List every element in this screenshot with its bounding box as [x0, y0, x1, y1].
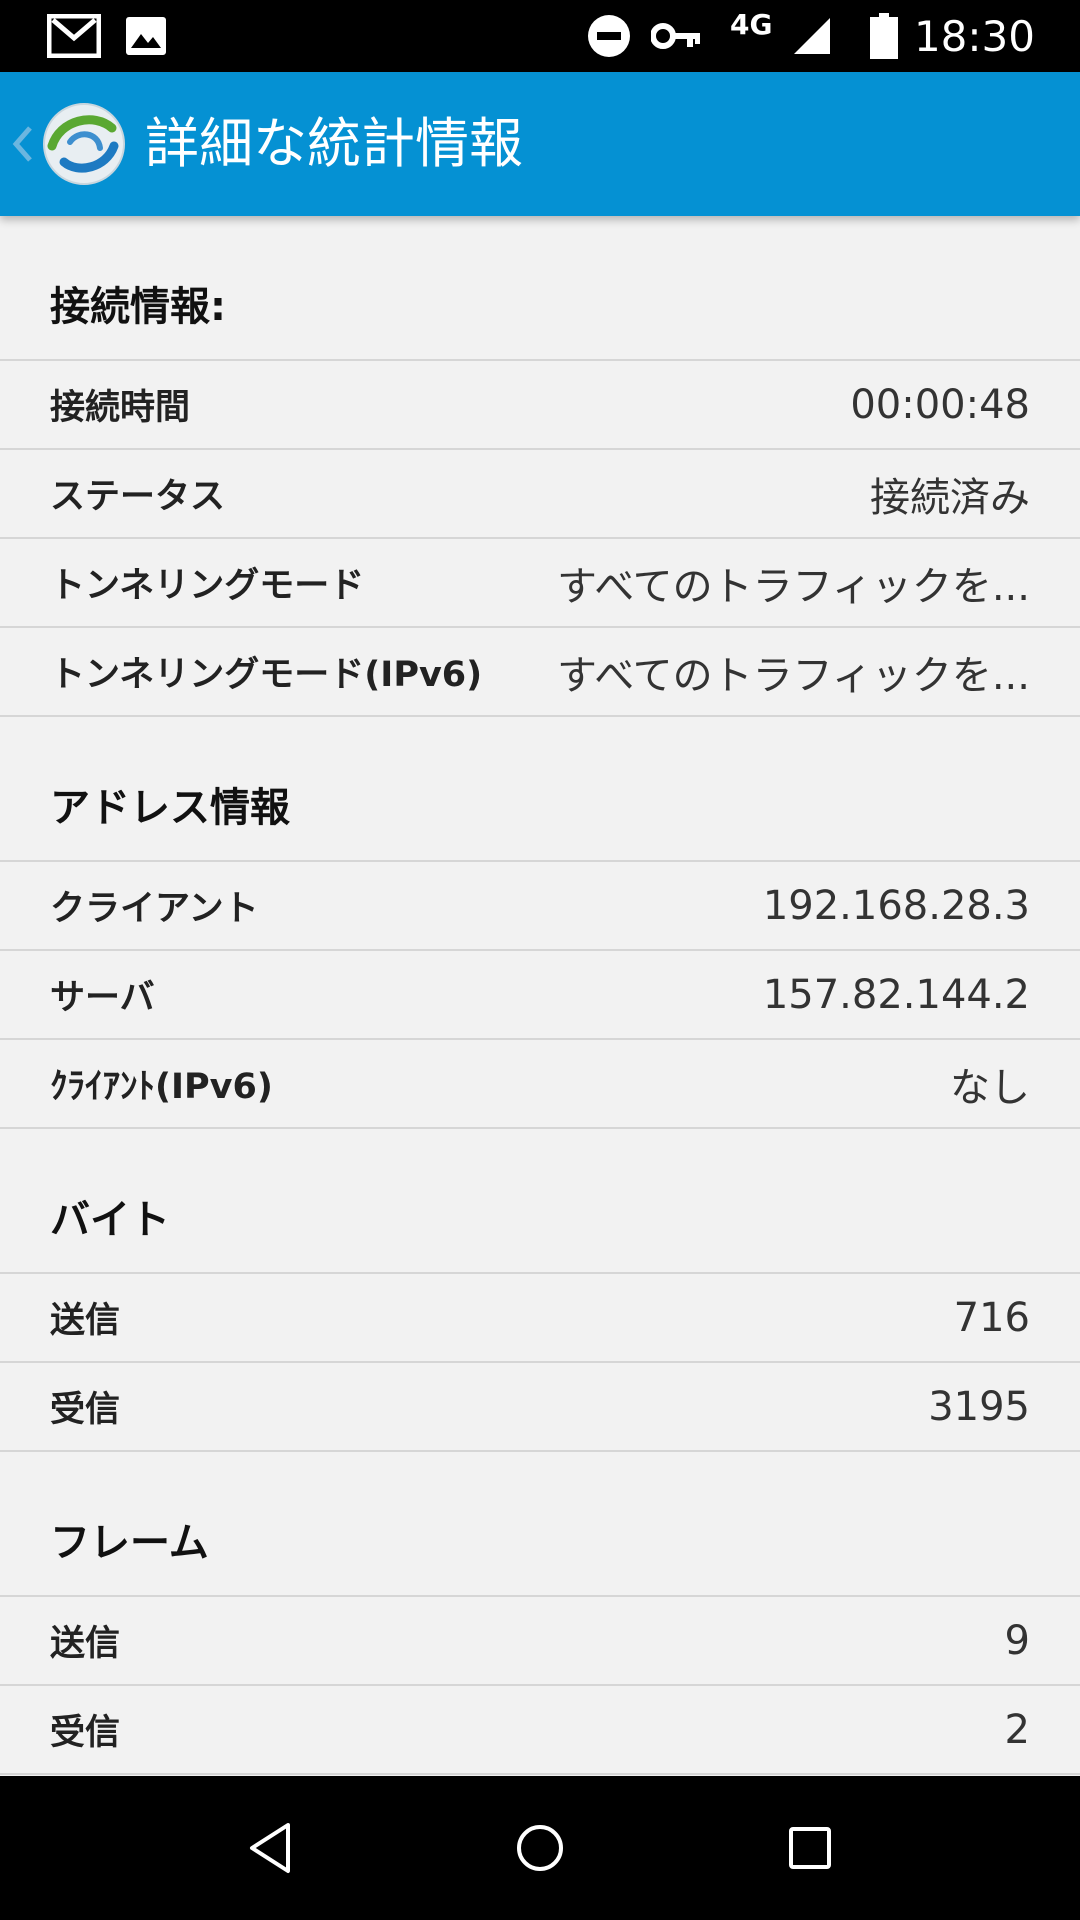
gallery-icon	[124, 0, 168, 72]
row-value: 2	[1004, 1706, 1030, 1753]
signal-icon	[792, 0, 832, 72]
row-value: 9	[1004, 1617, 1030, 1664]
battery-icon	[868, 0, 900, 72]
row-value: 3195	[928, 1383, 1030, 1430]
row-value: すべてのトラフィックを...	[557, 563, 1030, 610]
gmail-icon	[46, 0, 102, 72]
row-tunneling-mode-ipv6: トンネリングモード(IPv6) すべてのトラフィックを...	[0, 628, 1080, 717]
row-value: 192.168.28.3	[762, 882, 1030, 929]
row-bytes-sent: 送信 716	[0, 1274, 1080, 1363]
row-label: クライアント	[50, 889, 259, 929]
row-value: なし	[950, 1064, 1030, 1111]
row-value: 接続済み	[870, 474, 1030, 521]
anyconnect-logo-icon	[43, 103, 125, 185]
row-tunneling-mode: トンネリングモード すべてのトラフィックを...	[0, 539, 1080, 628]
recents-nav-button[interactable]	[750, 1776, 870, 1920]
row-label: 送信	[50, 1624, 121, 1664]
navigation-bar	[0, 1776, 1080, 1920]
section-header-bytes: バイト	[0, 1129, 1080, 1274]
up-button[interactable]	[0, 72, 130, 216]
home-nav-button[interactable]	[480, 1776, 600, 1920]
chevron-left-icon	[12, 126, 32, 162]
row-value: 157.82.144.2	[762, 971, 1030, 1018]
row-value: 00:00:48	[850, 381, 1030, 428]
row-label: 接続時間	[50, 388, 191, 428]
row-status: ステータス 接続済み	[0, 450, 1080, 539]
row-value: 716	[953, 1294, 1030, 1341]
recents-nav-icon	[789, 1827, 831, 1869]
network-type: 4G	[730, 8, 773, 41]
row-label: 受信	[50, 1390, 121, 1430]
section-header-connection: 接続情報:	[0, 216, 1080, 361]
row-label: サーバ	[50, 978, 155, 1018]
row-bytes-received: 受信 3195	[0, 1363, 1080, 1452]
section-header-frames: フレーム	[0, 1452, 1080, 1597]
row-label: ステータス	[50, 477, 226, 517]
vpn-key-icon	[650, 0, 702, 72]
row-label: ｸﾗｲｱﾝﾄ(IPv6)	[50, 1067, 273, 1107]
row-frames-sent: 送信 9	[0, 1597, 1080, 1686]
statistics-list[interactable]: 接続情報: 接続時間 00:00:48 ステータス 接続済み トンネリングモード…	[0, 216, 1080, 1776]
row-connection-time: 接続時間 00:00:48	[0, 361, 1080, 450]
row-label: 送信	[50, 1301, 121, 1341]
do-not-disturb-icon	[586, 0, 632, 72]
row-server: サーバ 157.82.144.2	[0, 951, 1080, 1040]
row-value: すべてのトラフィックを...	[557, 652, 1030, 699]
home-nav-icon	[517, 1825, 563, 1871]
row-label: 受信	[50, 1713, 121, 1753]
page-title: 詳細な統計情報	[145, 112, 523, 175]
back-nav-icon	[250, 1823, 290, 1873]
row-label: トンネリングモード	[50, 566, 365, 606]
row-client-ipv6: ｸﾗｲｱﾝﾄ(IPv6) なし	[0, 1040, 1080, 1129]
status-bar: 4G 18:30	[0, 0, 1080, 72]
app-bar: 詳細な統計情報	[0, 72, 1080, 216]
clock: 18:30	[913, 11, 1035, 61]
row-client: クライアント 192.168.28.3	[0, 862, 1080, 951]
back-nav-button[interactable]	[210, 1776, 330, 1920]
row-label: トンネリングモード(IPv6)	[50, 655, 483, 695]
section-header-address: アドレス情報	[0, 717, 1080, 862]
row-frames-received: 受信 2	[0, 1686, 1080, 1775]
